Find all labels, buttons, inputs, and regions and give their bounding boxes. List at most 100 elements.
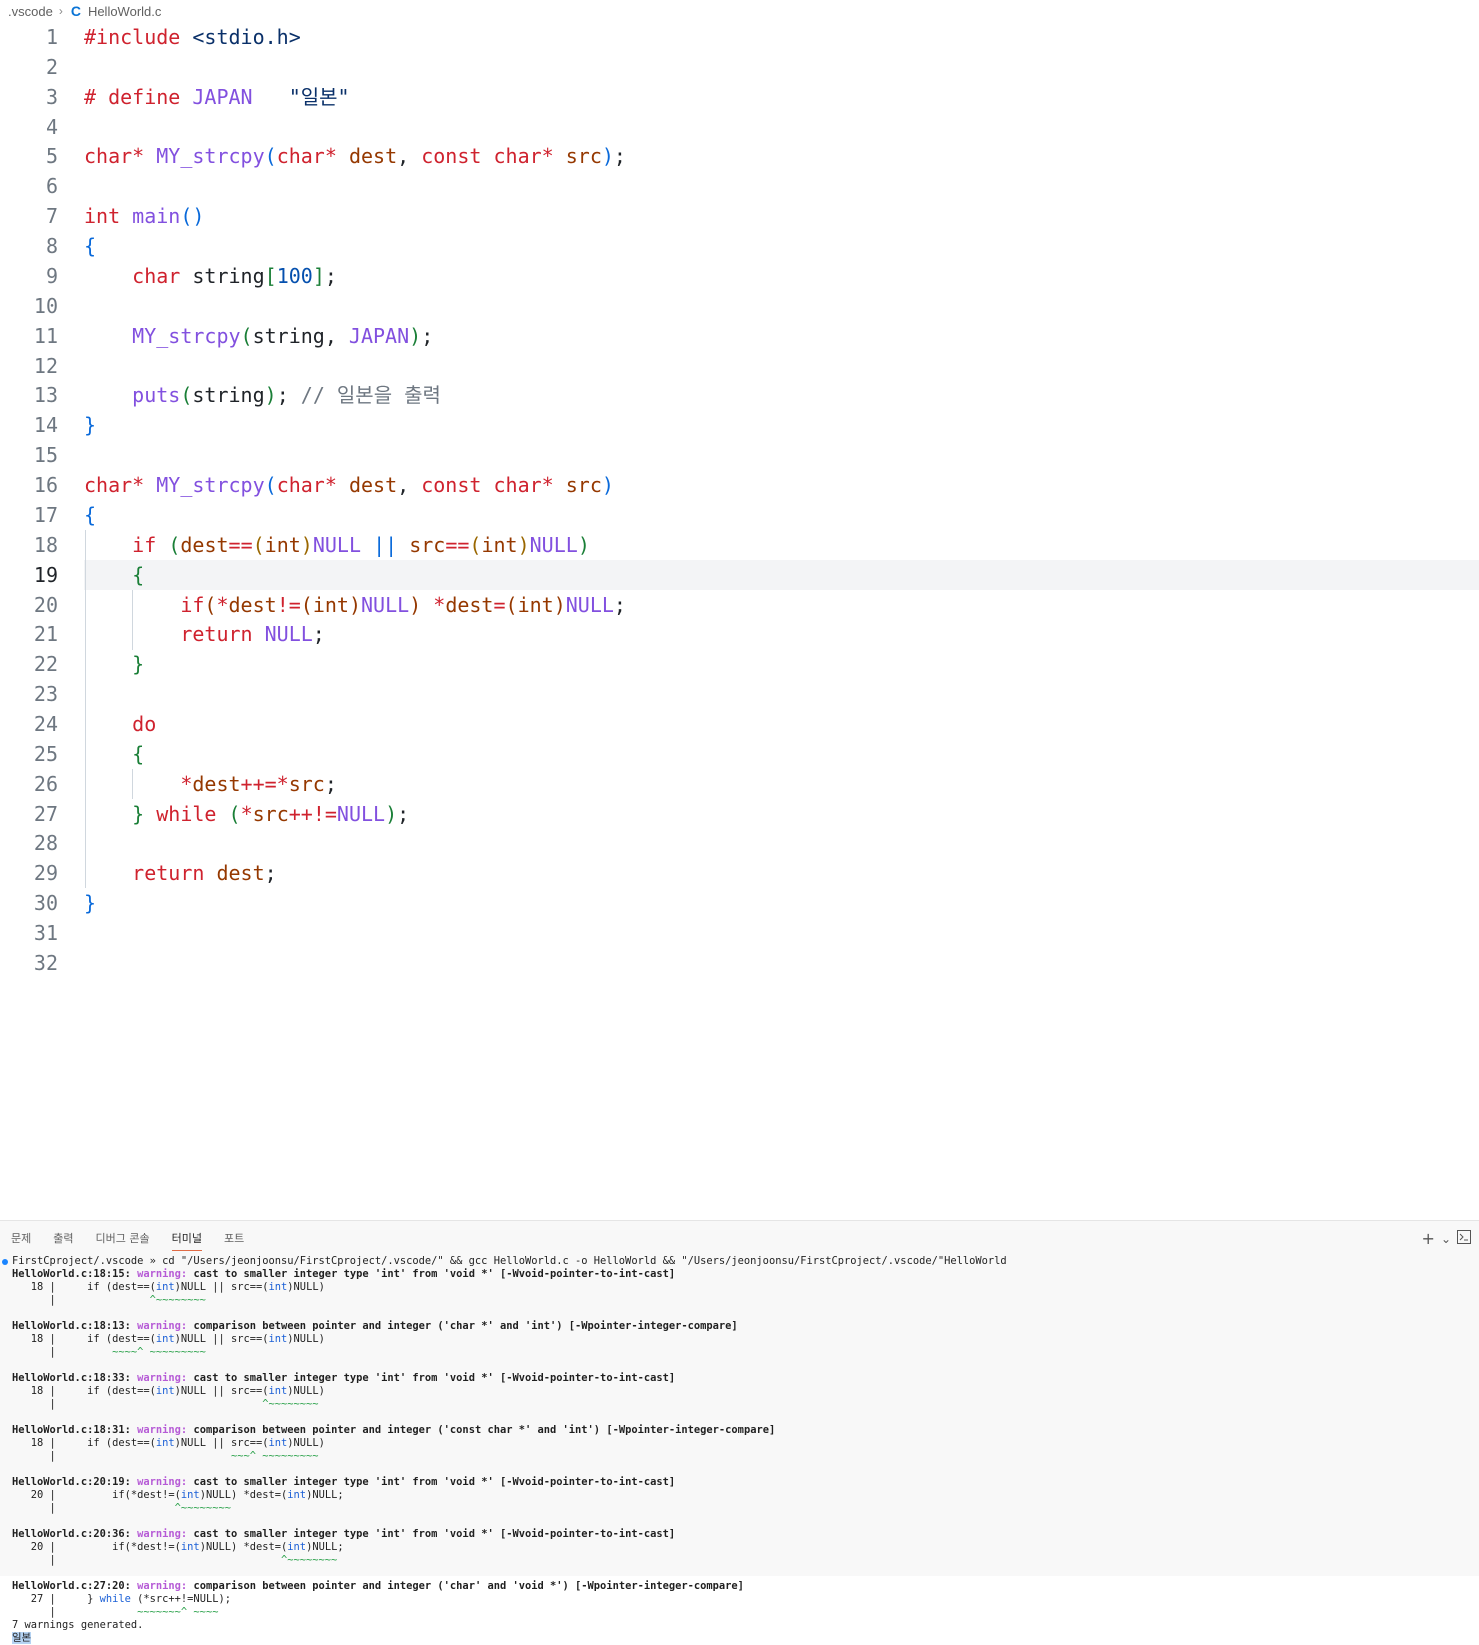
terminal-text: ^~~~~~~~~ bbox=[149, 1294, 206, 1306]
line-number: 21 bbox=[33, 622, 58, 646]
code-token: # define bbox=[84, 85, 181, 109]
code-token: ; bbox=[421, 324, 434, 348]
code-line[interactable]: do bbox=[84, 709, 156, 739]
chevron-right-icon: › bbox=[58, 4, 63, 18]
code-token: ; bbox=[613, 144, 626, 168]
code-line[interactable]: if(*dest!=(int)NULL) *dest=(int)NULL; bbox=[84, 590, 626, 620]
code-line[interactable]: if (dest==(int)NULL || src==(int)NULL) bbox=[84, 530, 590, 560]
code-line[interactable]: } bbox=[84, 410, 96, 440]
code-line[interactable]: *dest++=*src; bbox=[84, 769, 337, 799]
line-number: 32 bbox=[33, 951, 58, 975]
code-line[interactable]: { bbox=[84, 231, 96, 261]
code-token: ) bbox=[385, 802, 398, 826]
code-line[interactable]: char string[100]; bbox=[84, 261, 337, 291]
line-number: 29 bbox=[33, 861, 58, 885]
line-number: 18 bbox=[33, 533, 58, 557]
code-token: * bbox=[324, 473, 337, 497]
line-number: 28 bbox=[33, 831, 58, 855]
code-token: ) bbox=[601, 144, 614, 168]
line-number: 22 bbox=[33, 652, 58, 676]
code-token: dest bbox=[216, 861, 265, 885]
code-line[interactable]: { bbox=[84, 739, 144, 769]
terminal-text: 18 | if (dest==( bbox=[12, 1437, 156, 1449]
terminal-text: ~~~~~~~^ ~~~~ bbox=[137, 1606, 219, 1618]
code-token: ( bbox=[240, 324, 253, 348]
terminal-text: comparison between pointer and integer (… bbox=[193, 1320, 738, 1332]
breadcrumb-folder[interactable]: .vscode bbox=[8, 4, 53, 19]
breadcrumb-file[interactable]: HelloWorld.c bbox=[88, 4, 161, 19]
terminal-line: | ^~~~~~~~~ bbox=[12, 1554, 1479, 1567]
terminal-text: )NULL || src==( bbox=[174, 1281, 269, 1293]
code-line[interactable]: #include <stdio.h> bbox=[84, 22, 301, 52]
line-number: 3 bbox=[45, 85, 58, 109]
line-number: 20 bbox=[33, 593, 58, 617]
code-line[interactable]: # define JAPAN "일본" bbox=[84, 82, 350, 112]
terminal-text: ~~~^ ~~~~~~~~~ bbox=[230, 1450, 319, 1462]
terminal-line: HelloWorld.c:27:20: warning: comparison … bbox=[12, 1580, 1479, 1593]
code-line[interactable]: char* MY_strcpy(char* dest, const char* … bbox=[84, 470, 614, 500]
line-number: 14 bbox=[33, 413, 58, 437]
code-line[interactable]: } bbox=[84, 888, 96, 918]
code-line[interactable]: puts(string); // 일본을 출력 bbox=[84, 380, 441, 410]
panel-tab[interactable]: 포트 bbox=[224, 1226, 244, 1250]
code-editor[interactable]: 1 #include <stdio.h> 2 3 # define JAPAN "일본"… bbox=[0, 22, 1479, 1222]
code-line[interactable]: return dest; bbox=[84, 858, 277, 888]
chevron-down-icon[interactable]: ⌄ bbox=[1441, 1232, 1451, 1246]
terminal-line: 18 | if (dest==(int)NULL || src==(int)NU… bbox=[12, 1385, 1479, 1398]
code-line[interactable]: { bbox=[84, 500, 96, 530]
code-token: NULL bbox=[529, 533, 578, 557]
code-token: , bbox=[397, 473, 422, 497]
code-token: JAPAN bbox=[348, 324, 410, 348]
code-token: ( bbox=[300, 593, 313, 617]
code-line[interactable]: } bbox=[84, 649, 144, 679]
code-line[interactable]: MY_strcpy(string, JAPAN); bbox=[84, 321, 433, 351]
panel-tab[interactable]: 디버그 콘솔 bbox=[96, 1226, 150, 1250]
terminal-line: FirstCproject/.vscode » cd "/Users/jeonj… bbox=[12, 1255, 1479, 1268]
command-status-dot[interactable] bbox=[2, 1259, 8, 1265]
terminal-line: 20 | if(*dest!=(int)NULL) *dest=(int)NUL… bbox=[12, 1489, 1479, 1502]
code-token: [ bbox=[264, 264, 277, 288]
code-token: ; bbox=[312, 622, 325, 646]
code-line[interactable]: { bbox=[84, 560, 144, 590]
code-token: char bbox=[84, 144, 133, 168]
code-token: int bbox=[264, 533, 301, 557]
terminal-text: )NULL; bbox=[306, 1489, 344, 1501]
panel-actions: + ⌄ bbox=[1422, 1229, 1471, 1248]
code-token: ( bbox=[469, 533, 482, 557]
code-token: do bbox=[132, 712, 157, 736]
panel-tab[interactable]: 문제 bbox=[11, 1226, 31, 1250]
terminal-line: HelloWorld.c:18:13: warning: comparison … bbox=[12, 1320, 1479, 1333]
code-token: ( bbox=[264, 144, 277, 168]
code-line[interactable]: } while (*src++!=NULL); bbox=[84, 799, 409, 829]
code-token: != bbox=[276, 593, 301, 617]
terminal-text: 18 | if (dest==( bbox=[12, 1385, 156, 1397]
new-terminal-button[interactable]: + bbox=[1422, 1229, 1435, 1248]
terminal-icon[interactable] bbox=[1457, 1229, 1471, 1248]
terminal-text: )NULL) *dest=( bbox=[199, 1489, 288, 1501]
terminal-output[interactable]: FirstCproject/.vscode » cd "/Users/jeonj… bbox=[0, 1255, 1479, 1644]
panel-tab[interactable]: 터미널 bbox=[171, 1226, 202, 1251]
line-number: 15 bbox=[33, 443, 58, 467]
code-line[interactable]: char* MY_strcpy(char* dest, const char* … bbox=[84, 141, 626, 171]
code-token: { bbox=[132, 742, 145, 766]
terminal-line: 18 | if (dest==(int)NULL || src==(int)NU… bbox=[12, 1281, 1479, 1294]
code-line[interactable]: return NULL; bbox=[84, 619, 325, 649]
terminal-text: )NULL) bbox=[287, 1437, 325, 1449]
terminal-text: int bbox=[287, 1489, 307, 1501]
code-token: ) bbox=[264, 383, 277, 407]
code-token: MY_strcpy bbox=[156, 473, 265, 497]
terminal-text: HelloWorld.c:18:13: bbox=[12, 1320, 138, 1332]
panel-tab[interactable]: 출력 bbox=[53, 1226, 73, 1250]
line-number: 1 bbox=[45, 25, 58, 49]
code-line[interactable]: int main() bbox=[84, 201, 204, 231]
line-number: 9 bbox=[45, 264, 58, 288]
